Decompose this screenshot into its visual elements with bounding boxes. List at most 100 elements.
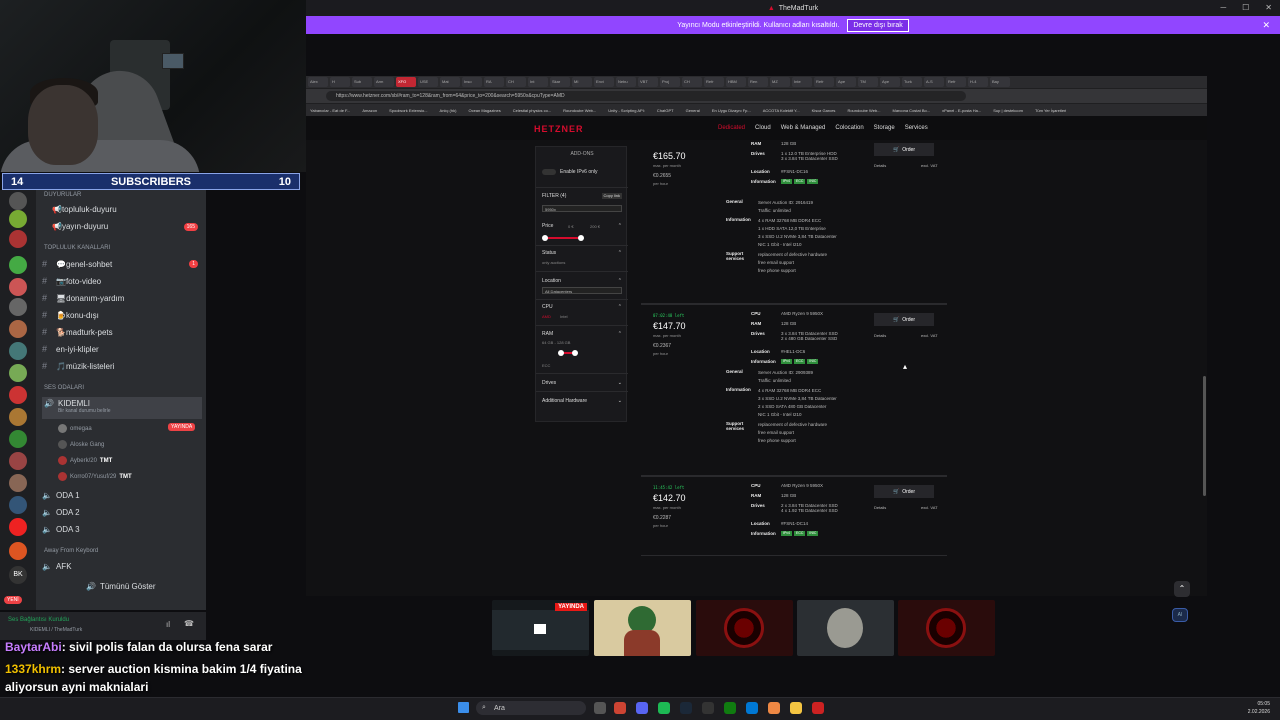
- server-icon[interactable]: [9, 430, 27, 448]
- stream-preview[interactable]: YAYINDA: [492, 600, 589, 656]
- disable-streamer-mode-button[interactable]: Devre dışı bırak: [847, 18, 909, 32]
- nav-storage[interactable]: Storage: [874, 125, 895, 131]
- voice-user[interactable]: omegaa: [58, 424, 92, 433]
- bookmark-item[interactable]: Tüm Yer İşaretleri: [1035, 108, 1066, 113]
- browser-tab[interactable]: Skar: [550, 77, 570, 87]
- channel-donanim-yardim[interactable]: # 🖥donanım-yardım: [42, 293, 124, 303]
- toggle-switch[interactable]: [542, 169, 556, 175]
- browser-tab[interactable]: XFO: [396, 77, 416, 87]
- browser-tab[interactable]: USE: [418, 77, 438, 87]
- price-slider[interactable]: [542, 235, 584, 241]
- opera-icon[interactable]: [614, 702, 626, 714]
- status-heading[interactable]: Status ⌃: [542, 250, 622, 256]
- nav-colocation[interactable]: Colocation: [835, 125, 863, 131]
- browser-tab[interactable]: VBT: [638, 77, 658, 87]
- bookmark-item[interactable]: Amazon: [362, 108, 377, 113]
- browser-tab[interactable]: Ape: [836, 77, 856, 87]
- ram-slider[interactable]: [558, 350, 578, 356]
- close-icon[interactable]: ✕: [1265, 3, 1272, 12]
- browser-tab[interactable]: MZ: [770, 77, 790, 87]
- disconnect-icon[interactable]: ☎: [184, 619, 194, 628]
- banner-close-icon[interactable]: ✕: [1262, 20, 1270, 31]
- bookmark-item[interactable]: Celestial physics co...: [513, 108, 551, 113]
- voice-user[interactable]: Ayberk/20 TMT: [58, 456, 112, 465]
- server-bk-icon[interactable]: BK: [9, 566, 27, 584]
- scrollbar[interactable]: [1203, 376, 1206, 496]
- cpu-heading[interactable]: CPU ⌃: [542, 304, 622, 310]
- channel-madturk-pets[interactable]: # 🐕madturk-pets: [42, 327, 113, 337]
- minimize-icon[interactable]: ─: [1220, 3, 1226, 12]
- noise-icon[interactable]: ıl: [166, 620, 170, 629]
- nav-services[interactable]: Services: [905, 125, 928, 131]
- voice-room-3[interactable]: 🔈 ODA 3: [42, 525, 80, 534]
- bookmark-item[interactable]: Spoolwork Extensio...: [389, 108, 427, 113]
- cpu-amd-option[interactable]: AMD: [542, 314, 551, 319]
- channel-muzik-listeleri[interactable]: # 🎵müzik-listeleri: [42, 361, 114, 371]
- spotify-icon[interactable]: [658, 702, 670, 714]
- voice-user[interactable]: Aloske Gang: [58, 440, 104, 449]
- server-icon[interactable]: [9, 298, 27, 316]
- server-icon[interactable]: [9, 542, 27, 560]
- folder-icon[interactable]: [790, 702, 802, 714]
- participant-tile[interactable]: [696, 600, 793, 656]
- ram-heading[interactable]: RAM ⌃: [542, 331, 622, 337]
- order-button[interactable]: 🛒 Order: [874, 143, 934, 156]
- browser-tab[interactable]: MI: [572, 77, 592, 87]
- browser-tab[interactable]: Envi: [594, 77, 614, 87]
- epic-icon[interactable]: [702, 702, 714, 714]
- cpu-intel-option[interactable]: Intel: [560, 314, 568, 319]
- voice-room-afk[interactable]: 🔈 AFK: [42, 562, 72, 571]
- additional-hardware-heading[interactable]: Additional Hardware ⌄: [542, 398, 622, 404]
- browser-tab[interactable]: TM: [858, 77, 878, 87]
- start-icon[interactable]: [458, 702, 469, 713]
- browser-tab[interactable]: HBM: [726, 77, 746, 87]
- browser-tab[interactable]: Proj: [660, 77, 680, 87]
- browser-tab[interactable]: Mat: [440, 77, 460, 87]
- bookmark-item[interactable]: En Uygu Dizaynı Fp...: [712, 108, 751, 113]
- browser-tab[interactable]: RA: [484, 77, 504, 87]
- bookmark-item[interactable]: Anlıç (hk): [440, 108, 457, 113]
- channel-yayin-duyuru[interactable]: 📢yayın-duyuru: [52, 222, 108, 231]
- slider-handle-min[interactable]: [542, 235, 548, 241]
- server-icon[interactable]: [9, 210, 27, 228]
- channel-konu-disi[interactable]: # 🍺konu-dışı: [42, 310, 99, 320]
- server-icon[interactable]: [9, 278, 27, 296]
- nav-web-managed[interactable]: Web & Managed: [781, 125, 826, 131]
- details-link[interactable]: Details: [874, 163, 886, 168]
- slider-handle-max[interactable]: [578, 235, 584, 241]
- bookmark-item[interactable]: xPanel - E-posta Ha...: [942, 108, 981, 113]
- ai-assistant-button[interactable]: AI: [1172, 608, 1188, 622]
- price-heading[interactable]: Price ⌃: [542, 223, 622, 229]
- server-icon[interactable]: [9, 364, 27, 382]
- browser-tab[interactable]: Inte: [792, 77, 812, 87]
- server-icon[interactable]: [9, 496, 27, 514]
- browser-tab[interactable]: H: [330, 77, 350, 87]
- browser-tab[interactable]: Arm: [374, 77, 394, 87]
- taskbar-search[interactable]: ⌕ Ara: [476, 701, 586, 715]
- browser-tab[interactable]: Inso: [462, 77, 482, 87]
- bookmark-item[interactable]: Kisoz Garces: [812, 108, 836, 113]
- bookmark-item[interactable]: ACCOTA Kolektif Y...: [763, 108, 800, 113]
- maximize-icon[interactable]: ☐: [1242, 3, 1249, 12]
- order-button[interactable]: 🛒 Order: [874, 485, 934, 498]
- server-icon[interactable]: [9, 230, 27, 248]
- participant-tile[interactable]: [594, 600, 691, 656]
- browser-tab[interactable]: Ren: [748, 77, 768, 87]
- participant-tile[interactable]: [797, 600, 894, 656]
- nav-dedicated[interactable]: Dedicated: [718, 125, 745, 131]
- location-heading[interactable]: Location ⌃: [542, 278, 622, 284]
- category-ses-odalari[interactable]: SES ODALARI: [44, 385, 84, 391]
- participant-tile[interactable]: [898, 600, 995, 656]
- chrome-icon[interactable]: [768, 702, 780, 714]
- hetzner-logo[interactable]: HETZNER: [534, 124, 584, 134]
- channel-en-iyi-klipler[interactable]: # en-iyi-klipler: [42, 344, 99, 354]
- browser-tab[interactable]: Bay: [990, 77, 1010, 87]
- copy-link-button[interactable]: Copy link: [601, 193, 622, 199]
- steam-icon[interactable]: [680, 702, 692, 714]
- details-link[interactable]: Details: [874, 505, 886, 510]
- settings-icon[interactable]: [746, 702, 758, 714]
- voice-user[interactable]: Korro07/Yusuf/29 TMT: [58, 472, 132, 481]
- category-topluluk[interactable]: TOPLULUK KANALLARI: [44, 245, 110, 251]
- server-icon[interactable]: [9, 320, 27, 338]
- browser-tab[interactable]: A-S: [924, 77, 944, 87]
